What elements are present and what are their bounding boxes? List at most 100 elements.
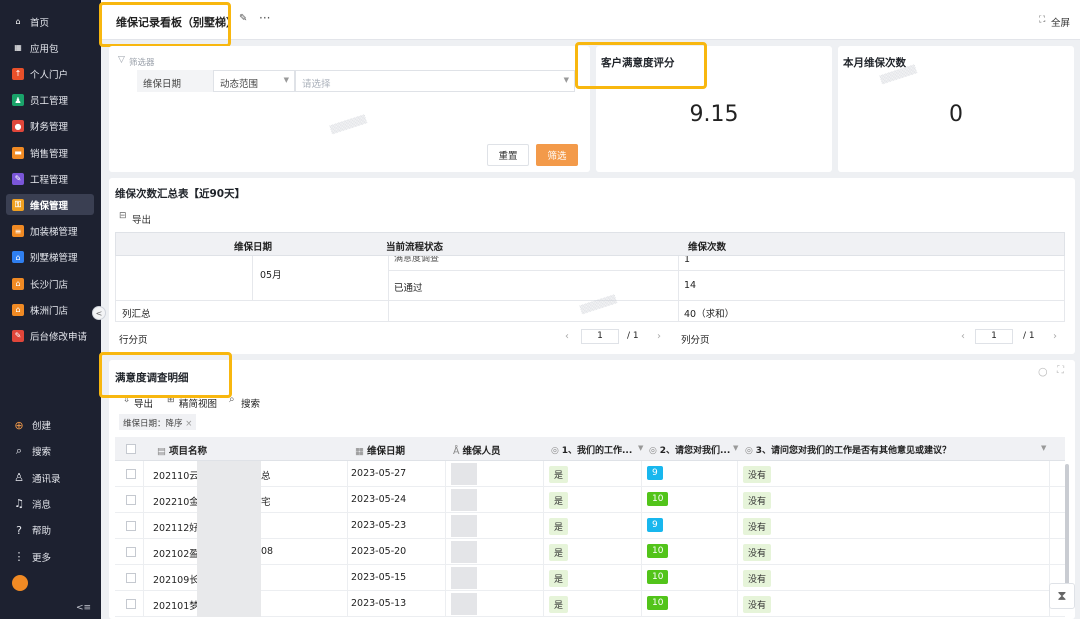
row-checkbox[interactable]: [126, 469, 136, 479]
range-select[interactable]: 动态范围 ▼: [213, 70, 295, 92]
date-select[interactable]: 请选择 ▼: [295, 70, 575, 92]
export-icon[interactable]: ⊟: [119, 211, 127, 221]
sidebar-bottom-item[interactable]: ♙ 通讯录: [6, 468, 94, 488]
sales-icon: ▬: [12, 146, 24, 159]
fullscreen-icon[interactable]: ⛶: [1039, 15, 1045, 25]
kpi-card-monthly: 本月维保次数 0: [838, 46, 1074, 172]
q1-tag: 是: [549, 466, 569, 483]
col-header-label: 项目名称: [169, 446, 208, 457]
project-name-cell[interactable]: 202109长: [153, 572, 199, 586]
row-checkbox[interactable]: [126, 599, 136, 609]
sidebar-item[interactable]: ▬ 销售管理: [6, 142, 94, 163]
wrench-icon: ✎: [12, 172, 24, 185]
redaction-block: [451, 489, 477, 511]
expand-icon[interactable]: ⛶: [1057, 365, 1064, 376]
sidebar-item[interactable]: ✎ 工程管理: [6, 168, 94, 189]
sidebar-bottom-item[interactable]: ♫ 消息: [6, 494, 94, 514]
sidebar-item[interactable]: ✎ 后台修改申请: [6, 325, 94, 346]
scrollbar[interactable]: [1065, 464, 1069, 588]
col-header[interactable]: ◎ 1、我们的工作...: [551, 443, 643, 456]
hourglass-icon[interactable]: ⧗: [1049, 583, 1075, 609]
row-checkbox[interactable]: [126, 521, 136, 531]
sidebar-item[interactable]: ▦ 应用包: [6, 37, 94, 58]
collapse-menu-icon[interactable]: <≡: [76, 603, 91, 613]
sidebar-item[interactable]: ● 财务管理: [6, 116, 94, 137]
filter-submit-button[interactable]: 筛选: [536, 144, 578, 166]
project-name-cell[interactable]: 202101梦: [153, 598, 199, 612]
bell-icon: ♫: [14, 497, 24, 511]
sidebar-item-label: 首页: [30, 17, 50, 29]
sidebar-item[interactable]: ♟ 员工管理: [6, 90, 94, 111]
sidebar-item-label: 株洲门店: [30, 305, 69, 317]
col-page-input[interactable]: 1: [975, 329, 1013, 344]
sidebar-item[interactable]: ⌂ 首页: [6, 11, 94, 32]
project-name-cell[interactable]: 202210金: [153, 494, 199, 508]
chevron-down-icon[interactable]: ▼: [733, 444, 738, 452]
next-page-icon[interactable]: ›: [657, 331, 661, 342]
sidebar-item-label: 加装梯管理: [30, 227, 78, 239]
table-row[interactable]: 202110云 总 2023-05-27 是 9 没有: [115, 461, 1065, 487]
select-all-checkbox[interactable]: [126, 444, 136, 454]
sidebar-item[interactable]: ≡ 加装梯管理: [6, 221, 94, 242]
fullscreen-button[interactable]: 全屏: [1051, 15, 1070, 29]
table-row[interactable]: 202101梦 2023-05-13 是 10 没有: [115, 591, 1065, 617]
row-pager-label: 行分页: [119, 335, 148, 346]
view-icon[interactable]: ⊞: [167, 395, 175, 405]
chevron-down-icon[interactable]: ▼: [638, 444, 643, 452]
reset-button[interactable]: 重置: [487, 144, 529, 166]
total-label: 列汇总: [122, 309, 151, 320]
row-page-total: / 1: [627, 331, 639, 341]
help-icon: ?: [16, 523, 22, 537]
sidebar-item[interactable]: ⌂ 株洲门店: [6, 299, 94, 320]
key-icon: ⚿: [12, 198, 24, 211]
export-button[interactable]: 导出: [134, 396, 153, 410]
sidebar-item[interactable]: ↑ 个人门户: [6, 63, 94, 84]
more-options-icon[interactable]: ···: [259, 11, 270, 25]
export-button[interactable]: 导出: [132, 212, 151, 226]
table-row[interactable]: 202109长 2023-05-15 是 10 没有: [115, 565, 1065, 591]
sort-chip[interactable]: 维保日期：降序 ×: [119, 414, 197, 430]
calendar-icon: ▦: [355, 446, 367, 457]
sidebar-item[interactable]: ⚿ 维保管理: [6, 194, 94, 216]
q3-tag: 没有: [743, 544, 772, 561]
sidebar-collapse-button[interactable]: <: [92, 306, 106, 320]
next-page-icon[interactable]: ›: [1053, 331, 1057, 342]
page-title: 维保记录看板（别墅梯）: [116, 16, 237, 29]
sidebar-bottom-item[interactable]: ⌕ 搜索: [6, 441, 94, 461]
wrench-icon[interactable]: ✎: [239, 13, 247, 24]
prev-page-icon[interactable]: ‹: [565, 331, 569, 342]
table-row[interactable]: 202102盈 08 2023-05-20 是 10 没有: [115, 539, 1065, 565]
table-row[interactable]: 202112好 2023-05-23 是 9 没有: [115, 513, 1065, 539]
col-header[interactable]: ◎ 2、请您对我们...: [649, 443, 739, 456]
redaction-block: [451, 567, 477, 589]
project-name-cell[interactable]: 202112好: [153, 520, 199, 534]
sidebar-item[interactable]: ⌂ 别墅梯管理: [6, 247, 94, 268]
row-checkbox[interactable]: [126, 573, 136, 583]
edit-icon: ✎: [12, 329, 24, 342]
chevron-down-icon[interactable]: ▼: [1041, 444, 1046, 452]
sidebar-bottom-item[interactable]: ⊕ 创建: [6, 415, 94, 435]
project-name-cell[interactable]: 202110云: [153, 468, 199, 482]
sidebar-bottom-item[interactable]: ⋮ 更多: [6, 547, 94, 567]
count-cell: 14: [684, 280, 697, 291]
close-icon[interactable]: ×: [185, 419, 192, 429]
project-name-cell[interactable]: 202102盈: [153, 546, 199, 560]
option-field-icon: ◎: [745, 446, 756, 456]
row-page-input[interactable]: 1: [581, 329, 619, 344]
search-icon[interactable]: ⌕: [229, 394, 235, 405]
compact-view-button[interactable]: 精简视图: [179, 396, 217, 410]
sidebar-bottom-label: 帮助: [32, 526, 52, 538]
row-checkbox[interactable]: [126, 495, 136, 505]
user-avatar[interactable]: [12, 575, 28, 591]
table-row[interactable]: 202210金 宅 2023-05-24 是 10 没有: [115, 487, 1065, 513]
sidebar-item-label: 长沙门店: [30, 279, 69, 291]
sidebar-bottom-item[interactable]: ? 帮助: [6, 520, 94, 540]
export-icon[interactable]: ⇩: [123, 395, 131, 405]
sidebar-item[interactable]: ⌂ 长沙门店: [6, 273, 94, 294]
prev-page-icon[interactable]: ‹: [961, 331, 965, 342]
month-cell: 05月: [260, 270, 282, 281]
row-checkbox[interactable]: [126, 547, 136, 557]
search-button[interactable]: 搜索: [241, 396, 260, 410]
col-header[interactable]: ◎ 3、请问您对我们的工作是否有其他意见或建议？: [745, 443, 951, 456]
refresh-icon[interactable]: ○: [1038, 365, 1048, 378]
